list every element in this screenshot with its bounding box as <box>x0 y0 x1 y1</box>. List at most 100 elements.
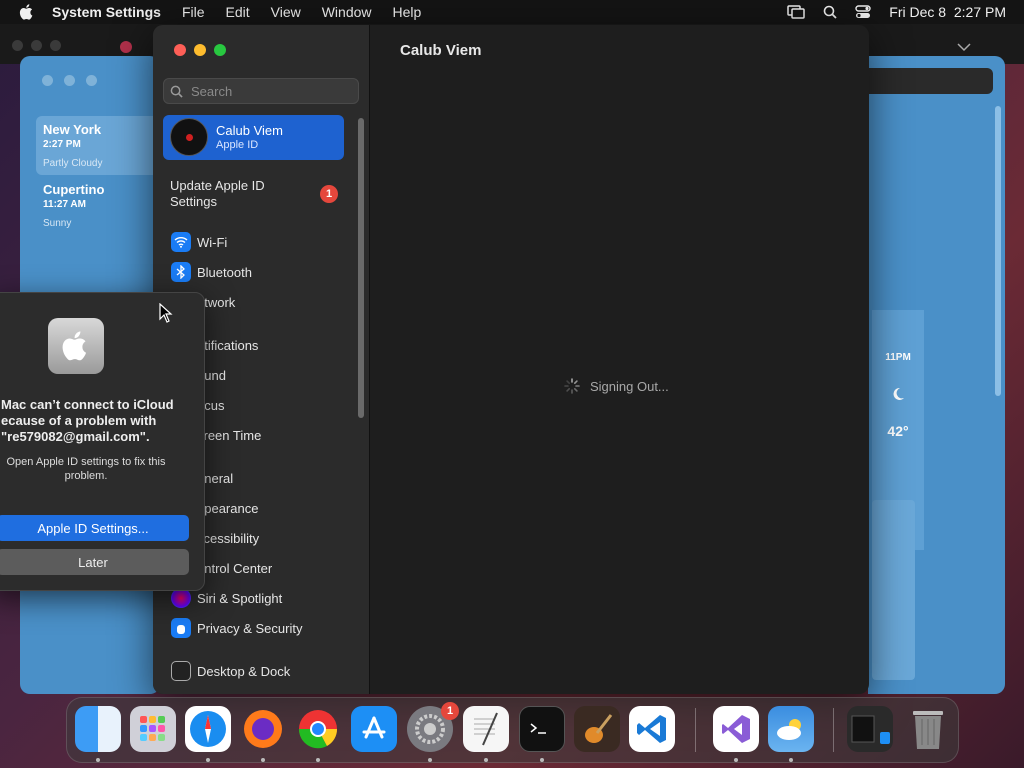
background-app-icon <box>120 41 132 53</box>
weather-window-controls <box>42 75 97 86</box>
zoom-button[interactable] <box>214 44 226 56</box>
weather-icon[interactable] <box>768 706 814 752</box>
close-button[interactable] <box>174 44 186 56</box>
visual-studio-icon[interactable] <box>713 706 759 752</box>
sidebar-item-privacy-security[interactable]: Privacy & Security <box>171 617 302 639</box>
dock-separator <box>695 708 696 752</box>
city-condition: Partly Cloudy <box>43 158 103 169</box>
sidebar-item-wifi[interactable]: Wi-Fi <box>171 231 227 253</box>
spinner-icon <box>564 378 580 394</box>
menubar: System Settings File Edit View Window He… <box>0 0 1024 24</box>
menu-file[interactable]: File <box>182 4 205 20</box>
vscode-icon[interactable] <box>629 706 675 752</box>
running-indicator <box>789 758 793 762</box>
app-store-icon[interactable] <box>351 706 397 752</box>
garageband-icon[interactable] <box>574 706 620 752</box>
textedit-icon[interactable] <box>463 706 509 752</box>
finder-icon[interactable] <box>75 706 121 752</box>
weather-toolbar <box>868 68 993 94</box>
running-indicator <box>96 758 100 762</box>
alert-message: Mac can’t connect to iCloud ecause of a … <box>1 397 174 444</box>
weather-panel <box>872 500 915 680</box>
sidebar-item-label: ccessibility <box>197 530 260 546</box>
city-condition: Sunny <box>43 218 72 229</box>
minimize-button[interactable] <box>194 44 206 56</box>
mouse-cursor-icon <box>159 303 173 323</box>
running-indicator <box>484 758 488 762</box>
sidebar-item-bluetooth[interactable]: Bluetooth <box>171 261 252 283</box>
running-indicator <box>206 758 210 762</box>
sidebar-item-label: creen Time <box>197 427 262 443</box>
safari-icon[interactable] <box>185 706 231 752</box>
sidebar-item-desktop-dock[interactable]: Desktop & Dock <box>171 660 290 682</box>
firefox-icon[interactable] <box>240 706 286 752</box>
menu-view[interactable]: View <box>271 4 301 20</box>
apple-logo-icon <box>48 318 104 374</box>
city-name: New York <box>43 122 102 137</box>
city-name: Cupertino <box>43 182 105 197</box>
weather-city-cupertino[interactable]: Cupertino 11:27 AM Sunny H: <box>36 176 160 235</box>
desktop-dock-icon <box>171 661 191 681</box>
wifi-icon <box>171 232 191 252</box>
apple-id-settings-button[interactable]: Apple ID Settings... <box>0 515 189 541</box>
menu-window[interactable]: Window <box>322 4 372 20</box>
dock <box>66 697 959 763</box>
apple-id-subtitle: Apple ID <box>216 139 259 151</box>
city-time: 11:27 AM <box>43 199 86 210</box>
spotlight-search-icon[interactable] <box>823 5 837 19</box>
running-indicator <box>734 758 738 762</box>
sidebar-item-label: Bluetooth <box>197 264 252 280</box>
menu-edit[interactable]: Edit <box>226 4 250 20</box>
running-indicator <box>261 758 265 762</box>
sidebar-item-label: Wi-Fi <box>197 234 228 250</box>
status-text: Signing Out... <box>590 378 669 394</box>
sidebar-item-label: Privacy & Security <box>197 620 303 636</box>
chrome-icon[interactable] <box>295 706 341 752</box>
window-controls <box>174 44 226 56</box>
bluetooth-icon <box>171 262 191 282</box>
background-window-controls <box>12 40 61 51</box>
menu-app-name[interactable]: System Settings <box>52 4 161 20</box>
icloud-alert-dialog: Mac can’t connect to iCloud ecause of a … <box>0 292 205 591</box>
running-indicator <box>540 758 544 762</box>
search-icon <box>170 85 183 98</box>
sidebar-item-label: otifications <box>197 337 259 353</box>
dock-separator <box>833 708 834 752</box>
sidebar-item-label: ppearance <box>197 500 259 516</box>
forecast-time: 11PM <box>885 352 911 363</box>
siri-icon <box>171 588 191 608</box>
screen-mirroring-icon[interactable] <box>787 5 806 19</box>
weather-city-new-york[interactable]: New York 2:27 PM Partly Cloudy H: <box>36 116 160 175</box>
sidebar-item-label: Desktop & Dock <box>197 663 291 679</box>
sidebar-item-label: ontrol Center <box>197 560 273 576</box>
sidebar-scrollbar[interactable] <box>358 118 364 418</box>
search-input[interactable] <box>189 82 353 100</box>
apple-menu-icon[interactable] <box>18 3 36 21</box>
downloads-stack-icon[interactable] <box>847 706 893 752</box>
later-button[interactable]: Later <box>0 549 189 575</box>
notification-badge: 1 <box>320 185 338 203</box>
menu-help[interactable]: Help <box>393 4 422 20</box>
system-settings-window: Calub Viem Apple ID Update Apple ID Sett… <box>153 25 869 694</box>
trash-icon[interactable] <box>905 706 951 752</box>
menubar-clock[interactable]: Fri Dec 8 2:27 PM <box>889 4 1006 20</box>
sidebar-item-apple-id[interactable]: Calub Viem Apple ID <box>163 115 344 160</box>
running-indicator <box>428 758 432 762</box>
control-center-icon[interactable] <box>855 5 871 19</box>
apple-id-name: Calub Viem <box>216 123 283 138</box>
forecast-temp: 42° <box>887 423 909 439</box>
notification-badge: 1 <box>441 702 459 720</box>
search-field[interactable] <box>163 78 359 104</box>
launchpad-icon[interactable] <box>130 706 176 752</box>
signing-out-status: Signing Out... <box>564 378 669 394</box>
sidebar-item-label: Siri & Spotlight <box>197 590 283 606</box>
moon-icon <box>893 387 904 400</box>
city-time: 2:27 PM <box>43 139 81 150</box>
page-title: Calub Viem <box>400 42 482 59</box>
running-indicator <box>316 758 320 762</box>
sidebar-item-update-apple-id[interactable]: Update Apple ID Settings <box>170 178 310 210</box>
weather-scrollbar[interactable] <box>995 106 1001 396</box>
chevron-down-icon <box>957 43 971 52</box>
alert-detail: Open Apple ID settings to fix this probl… <box>6 456 166 482</box>
terminal-icon[interactable] <box>519 706 565 752</box>
